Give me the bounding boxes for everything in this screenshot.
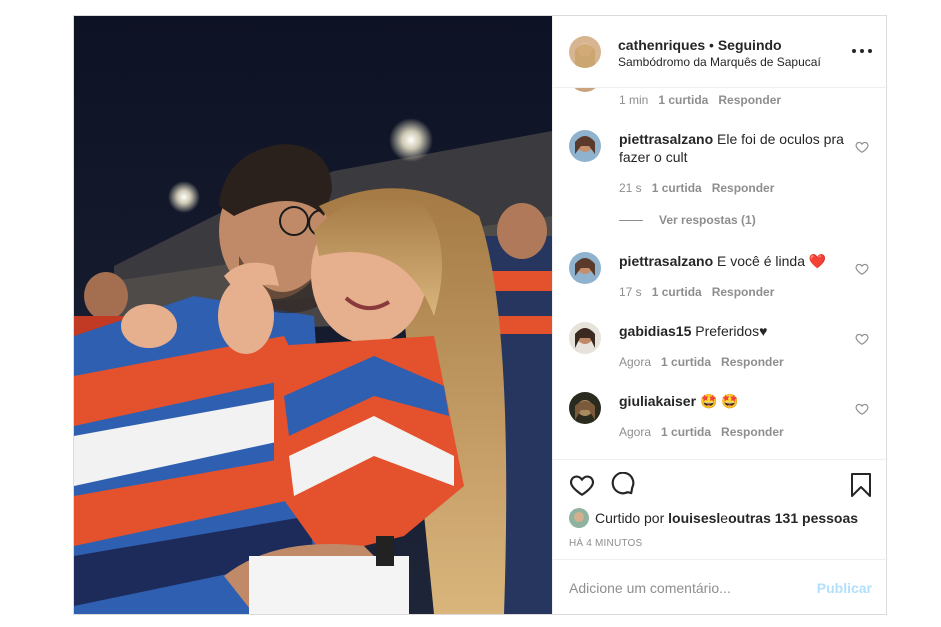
likes-prefix: Curtido por	[595, 510, 665, 526]
comment-username[interactable]: piettrasalzano	[619, 253, 713, 269]
author-line: cathenriques • Seguindo	[618, 37, 782, 53]
comment-likes[interactable]: 1 curtida	[658, 93, 708, 107]
post-image	[74, 16, 552, 614]
comment-text: giuliakaiser 🤩 🤩	[619, 392, 844, 410]
comment-meta: 1 min 1 curtida Responder	[619, 93, 781, 107]
likes-others-link[interactable]: outras 131 pessoas	[728, 510, 858, 526]
post-actions: Curtido por louisesl e outras 131 pessoa…	[553, 459, 888, 559]
comment-time[interactable]: Agora	[619, 425, 651, 439]
heart-icon[interactable]	[855, 262, 869, 276]
liker-avatar[interactable]	[569, 508, 589, 528]
comment-time[interactable]: 17 s	[619, 285, 642, 299]
comment-likes[interactable]: 1 curtida	[652, 181, 702, 195]
comment-likes[interactable]: 1 curtida	[661, 425, 711, 439]
comment-meta: Agora 1 curtida Responder	[619, 425, 784, 439]
view-replies-label: Ver respostas (1)	[659, 213, 756, 227]
heart-icon[interactable]	[855, 332, 869, 346]
add-comment-bar: Adicione um comentário... Publicar	[553, 559, 888, 614]
comment-text: piettrasalzano Ele foi de oculos pra faz…	[619, 130, 844, 166]
commenter-avatar[interactable]	[569, 322, 601, 354]
publish-button[interactable]: Publicar	[817, 580, 872, 596]
view-replies-button[interactable]: Ver respostas (1)	[619, 213, 756, 227]
likes-middle: e	[720, 510, 729, 526]
comment-body: Preferidos♥	[695, 323, 768, 339]
divider	[619, 219, 643, 221]
author-avatar[interactable]	[569, 36, 601, 68]
comment-meta: 17 s 1 curtida Responder	[619, 285, 774, 299]
follow-status-button[interactable]: Seguindo	[718, 37, 782, 53]
comment-meta: 21 s 1 curtida Responder	[619, 181, 774, 195]
heart-icon[interactable]	[855, 140, 869, 154]
more-dots-icon[interactable]	[852, 43, 872, 59]
comment-time[interactable]: Agora	[619, 355, 651, 369]
heart-icon[interactable]	[855, 402, 869, 416]
likes-summary: Curtido por louisesl e outras 131 pessoa…	[569, 508, 858, 528]
heart-icon[interactable]	[569, 472, 595, 498]
post-details-panel: cathenriques • Seguindo Sambódromo da Ma…	[552, 16, 888, 614]
comment-likes[interactable]: 1 curtida	[661, 355, 711, 369]
reply-button[interactable]: Responder	[721, 355, 784, 369]
author-username[interactable]: cathenriques	[618, 37, 705, 53]
heart-emoji: ❤️	[808, 253, 827, 269]
reply-button[interactable]: Responder	[721, 425, 784, 439]
post-photo[interactable]	[74, 16, 552, 614]
comment-username[interactable]: gabidias15	[619, 323, 691, 339]
commenter-avatar[interactable]	[569, 252, 601, 284]
comment-body: E você é linda	[717, 253, 805, 269]
comment-meta: Agora 1 curtida Responder	[619, 355, 784, 369]
reply-button[interactable]: Responder	[712, 285, 775, 299]
comment-input[interactable]: Adicione um comentário...	[569, 580, 731, 596]
post-header: cathenriques • Seguindo Sambódromo da Ma…	[553, 16, 888, 88]
comment-text: piettrasalzano E você é linda ❤️	[619, 252, 844, 270]
commenter-avatar[interactable]	[569, 88, 601, 92]
comment-likes[interactable]: 1 curtida	[652, 285, 702, 299]
comment-username[interactable]: piettrasalzano	[619, 131, 713, 147]
comment-username[interactable]: giuliakaiser	[619, 393, 696, 409]
liker-username[interactable]: louisesl	[668, 510, 720, 526]
comment-time[interactable]: 21 s	[619, 181, 642, 195]
post-location[interactable]: Sambódromo da Marquês de Sapucaí	[618, 55, 821, 69]
comment-emoji: 🤩 🤩	[699, 393, 739, 409]
comment-bubble-icon[interactable]	[609, 472, 635, 498]
comments-list[interactable]: 1 min 1 curtida Responder piettrasalzano E…	[553, 88, 888, 459]
commenter-avatar[interactable]	[569, 130, 601, 162]
comment-time[interactable]: 1 min	[619, 93, 648, 107]
commenter-avatar[interactable]	[569, 392, 601, 424]
reply-button[interactable]: Responder	[712, 181, 775, 195]
comment-text: gabidias15 Preferidos♥	[619, 322, 844, 340]
post-card: cathenriques • Seguindo Sambódromo da Ma…	[73, 15, 888, 615]
bookmark-icon[interactable]	[849, 472, 873, 498]
reply-button[interactable]: Responder	[718, 93, 781, 107]
separator: •	[705, 37, 718, 53]
post-timestamp[interactable]: HÁ 4 MINUTOS	[569, 538, 642, 549]
